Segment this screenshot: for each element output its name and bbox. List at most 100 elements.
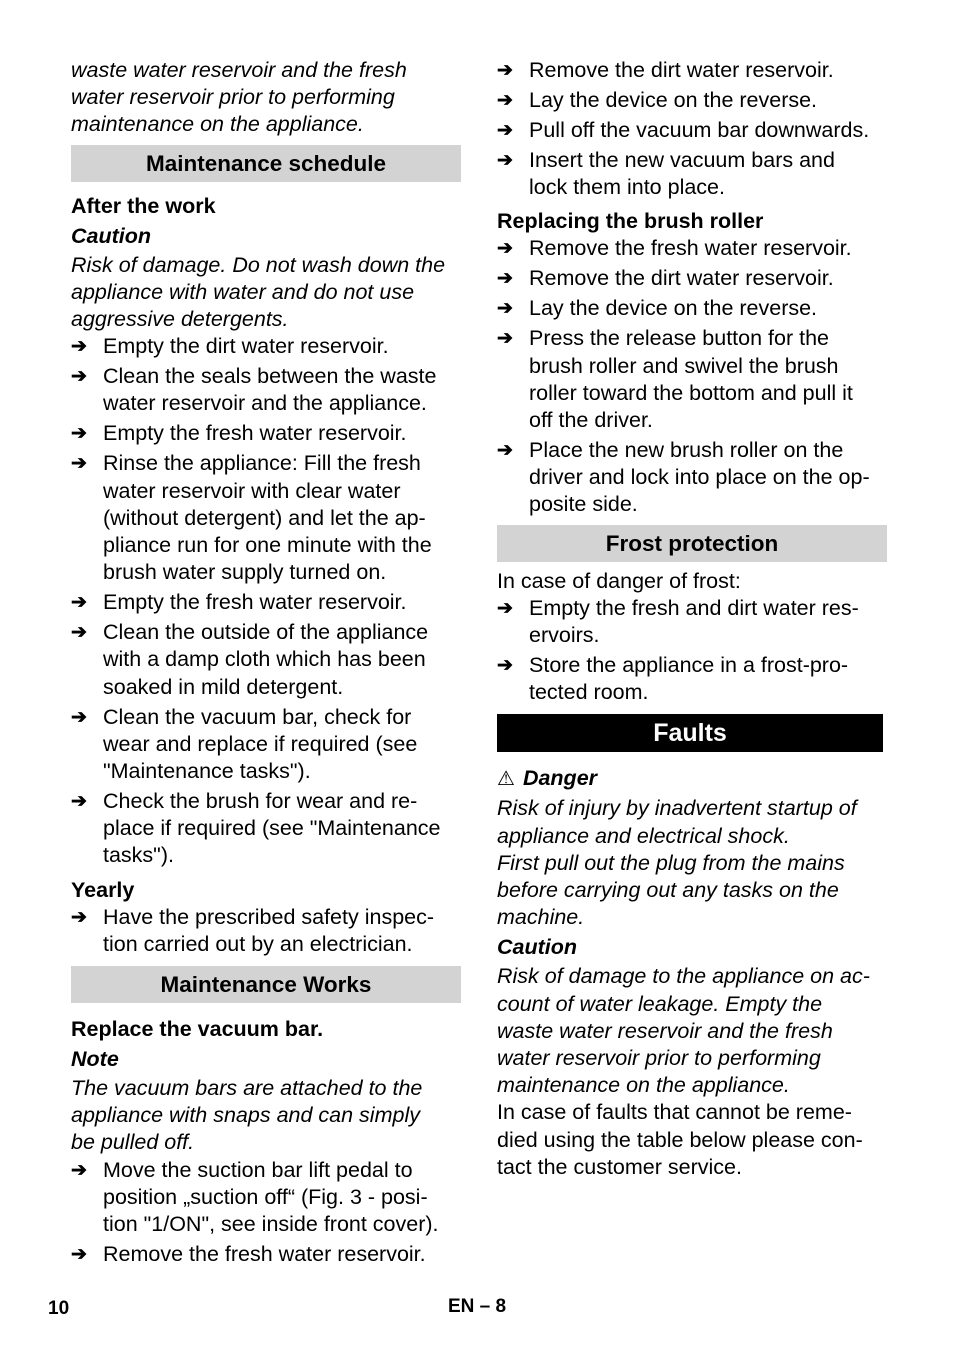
list-item: ➔ Clean the seals between the waste wate… [71,363,461,417]
left-column: waste water reservoir and the fresh wate… [71,57,461,1271]
text-line: Check the brush for wear and re- [103,789,418,814]
text-line: Empty the dirt water reservoir. [103,334,389,359]
text-line: Move the suction bar lift pedal to [103,1157,413,1182]
list-item: ➔ Have the prescribed safety inspec- tio… [71,904,461,958]
text-line: be pulled off. [71,1130,195,1155]
arrow-right-icon: ➔ [71,336,87,358]
text-line: Have the prescribed safety inspec- [103,904,435,929]
list-item: ➔ Clean the vacuum bar, check for wear a… [71,704,461,786]
text-line: off the driver. [529,408,653,433]
arrow-right-icon: ➔ [497,120,513,141]
arrow-right-icon: ➔ [71,622,87,644]
caution-label: Caution [497,935,578,960]
text-line: roller toward the bottom and pull it [529,380,853,405]
danger-heading: ⚠ Danger [497,764,887,793]
section-header-faults: Faults [497,714,883,753]
danger-label: Danger [522,766,598,791]
text-line: Risk of damage. Do not wash down the [71,252,446,277]
text-line: Clean the seals between the waste [103,364,437,389]
frost-steps: ➔ Empty the fresh and dirt water res- er… [497,595,887,707]
warning-triangle-icon: ⚠ [497,768,515,791]
text-line: maintenance on the appliance. [497,1073,790,1098]
text-line: posite side. [529,492,638,517]
text-line: place if required (see "Maintenance [103,816,441,841]
text-line: Risk of damage to the appliance on ac- [497,964,870,989]
list-item: ➔ Empty the dirt water reservoir. [71,333,461,360]
after-work-steps: ➔ Empty the dirt water reservoir. ➔ Clea… [71,333,461,869]
list-item: ➔ Clean the outside of the appliance wit… [71,619,461,701]
vacuum-bar-steps: ➔ Move the suction bar lift pedal to pos… [71,1157,461,1269]
text-line: Store the appliance in a frost-pro- [529,653,849,678]
arrow-right-icon: ➔ [71,791,87,813]
arrow-right-icon: ➔ [71,453,87,475]
caution-text: Risk of damage. Do not wash down the app… [71,252,461,334]
arrow-right-icon: ➔ [497,90,513,111]
text-line: appliance with snaps and can simply [71,1103,420,1128]
text-line: position „suction off“ (Fig. 3 - posi- [103,1184,428,1209]
text-line: Remove the dirt water reservoir. [529,266,834,291]
arrow-right-icon: ➔ [497,440,513,462]
text-line: aggressive detergents. [71,307,289,332]
text-line: In case of faults that cannot be reme- [497,1100,852,1125]
danger-text: Risk of injury by inadvertent startup of… [497,795,887,931]
text-line: Press the release button for the [529,326,829,351]
list-item: ➔ Remove the fresh water reservoir. [497,235,887,262]
list-item: ➔ Rinse the appliance: Fill the fresh wa… [71,450,461,586]
text-line: (without detergent) and let the ap- [103,505,426,530]
list-item: ➔ Empty the fresh water reservoir. [71,589,461,616]
text-line: machine. [497,905,585,930]
arrow-right-icon: ➔ [71,1244,87,1266]
list-item: ➔ Move the suction bar lift pedal to pos… [71,1157,461,1239]
list-item: ➔ Insert the new vacuum bars and lock th… [497,147,887,201]
text-line: count of water leakage. Empty the [497,991,823,1016]
text-line: before carrying out any tasks on the [497,878,839,903]
arrow-right-icon: ➔ [71,366,87,388]
brush-roller-steps: ➔ Remove the fresh water reservoir. ➔ Re… [497,235,887,518]
caution-text: Risk of damage to the appliance on ac- c… [497,963,887,1099]
text-line: water reservoir prior to performing [71,85,395,110]
caution-label: Caution [71,223,152,248]
section-header-maintenance-works: Maintenance Works [71,966,461,1004]
text-line: Clean the outside of the appliance [103,620,429,645]
subheading-replacing-brush-roller: Replacing the brush roller [497,209,764,234]
text-line: Lay the device on the reverse. [529,296,818,321]
arrow-right-icon: ➔ [497,238,513,260]
arrow-right-icon: ➔ [71,906,87,928]
arrow-right-icon: ➔ [497,268,513,290]
arrow-right-icon: ➔ [497,597,513,619]
list-item: ➔ Remove the dirt water reservoir. [497,265,887,292]
language-page-indicator: EN – 8 [448,1296,507,1317]
page-number: 10 [48,1298,70,1319]
text-line: tion carried out by an electrician. [103,931,413,956]
intro-warning-text: waste water reservoir and the fresh wate… [71,57,461,139]
arrow-right-icon: ➔ [497,298,513,320]
text-line: maintenance on the appliance. [71,112,364,137]
text-line: brush water supply turned on. [103,560,387,585]
text-line: Remove the fresh water reservoir. [529,236,852,261]
text-line: lock them into place. [529,175,725,200]
text-line: soaked in mild detergent. [103,674,344,699]
list-item: ➔ Place the new brush roller on the driv… [497,437,887,519]
text-line: driver and lock into place on the op- [529,465,870,490]
text-line: died using the table below please con- [497,1127,863,1152]
text-line: tact the customer service. [497,1154,742,1179]
text-line: tected room. [529,680,649,705]
text-line: water reservoir with clear water [103,478,401,503]
text-line: "Maintenance tasks"). [103,759,311,784]
list-item: ➔ Lay the device on the reverse. [497,87,887,114]
text-line: Rinse the appliance: Fill the fresh [103,451,421,476]
text-line: appliance and electrical shock. [497,823,790,848]
text-line: Empty the fresh water reservoir. [103,421,407,446]
list-item: ➔ Press the release button for the brush… [497,325,887,434]
arrow-right-icon: ➔ [71,1159,87,1181]
arrow-right-icon: ➔ [497,150,513,171]
text-line: Insert the new vacuum bars and [529,148,835,172]
list-item: ➔ Lay the device on the reverse. [497,295,887,322]
text-line: water reservoir and the appliance. [103,391,427,416]
arrow-right-icon: ➔ [71,423,87,445]
text-line: wear and replace if required (see [103,731,418,756]
note-label: Note [71,1047,119,1072]
list-item: ➔ Empty the fresh and dirt water res- er… [497,595,887,649]
arrow-right-icon: ➔ [497,60,513,81]
list-item: ➔ Remove the fresh water reservoir. [71,1241,461,1268]
